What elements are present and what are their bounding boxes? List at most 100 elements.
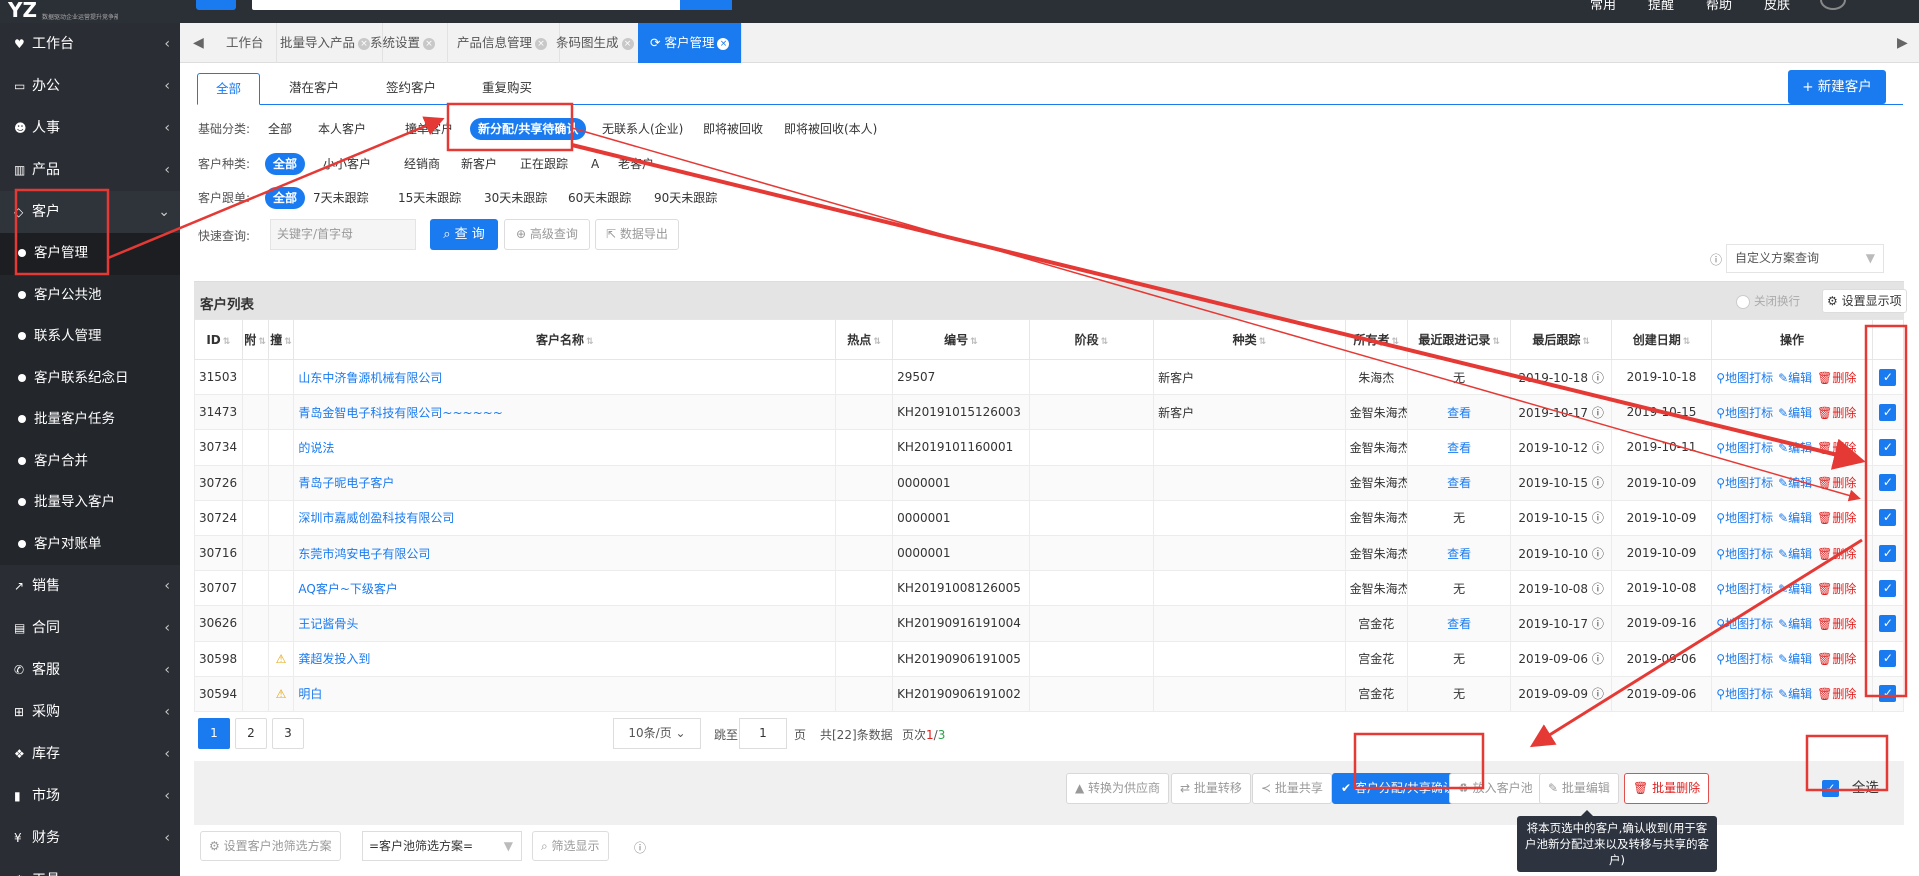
filter-chip-type-6[interactable]: 老客户 — [618, 153, 654, 175]
sidebar-subitem-5[interactable]: 客户合并 — [0, 440, 180, 482]
column-header-9[interactable]: 最近跟进记录 ⇅ — [1406, 319, 1512, 360]
sidebar-item-bottom-7[interactable]: ⚙工具 ‹ — [0, 859, 180, 876]
filter-chip-base-3[interactable]: 新分配/共享待确认 — [470, 118, 587, 140]
delete-button[interactable]: 🗑删除 — [1817, 582, 1856, 596]
page-button-1[interactable]: 2 — [235, 718, 267, 749]
filter-chip-base-2[interactable]: 撞单客户 — [405, 118, 453, 140]
filter-show-button[interactable]: ⌕ 筛选显示 — [532, 831, 609, 861]
map-mark-button[interactable]: ⚲地图打标 — [1716, 406, 1773, 420]
sidebar-item-bottom-0[interactable]: ↗ 销售 ‹ — [0, 565, 180, 607]
row-checkbox[interactable]: ✓ — [1879, 438, 1897, 456]
jump-input[interactable]: 1 — [739, 718, 787, 749]
filter-chip-type-3[interactable]: 新客户 — [461, 153, 497, 175]
top-link-help[interactable]: 帮助 — [1706, 0, 1732, 12]
sidebar-item-4[interactable]: ◇ 客户 ⌄ — [0, 191, 180, 233]
delete-button[interactable]: 🗑删除 — [1817, 687, 1856, 701]
sidebar-item-bottom-4[interactable]: ❖ 库存 ‹ — [0, 733, 180, 775]
row-checkbox[interactable]: ✓ — [1879, 403, 1897, 421]
column-header-6[interactable]: 阶段 ⇅ — [1028, 319, 1155, 360]
customer-name-link[interactable]: 深圳市嘉威创盈科技有限公司 — [298, 511, 454, 525]
subtab-all[interactable]: 全部 — [197, 73, 261, 105]
bulk-transfer-button[interactable]: ⇄ 批量转移 — [1171, 773, 1251, 804]
sidebar-item-bottom-5[interactable]: ▮ 市场 ‹ — [0, 775, 180, 817]
export-button[interactable]: ⇱ 数据导出 — [595, 219, 679, 250]
map-mark-button[interactable]: ⚲地图打标 — [1716, 511, 1773, 525]
tab-scroll-left-icon[interactable]: ◀ — [193, 35, 204, 51]
top-link-common[interactable]: 常用 — [1590, 0, 1616, 12]
column-header-2[interactable]: 撞 ⇅ — [267, 319, 295, 360]
page-button-0[interactable]: 1 — [198, 718, 230, 749]
record-link[interactable]: 查看 — [1447, 476, 1471, 490]
row-checkbox[interactable]: ✓ — [1879, 509, 1897, 527]
sidebar-item-bottom-2[interactable]: ✆ 客服 ‹ — [0, 649, 180, 691]
pool-scheme-select[interactable]: =客户池筛选方案= ▼ — [362, 831, 522, 861]
filter-chip-follow-4[interactable]: 60天未跟踪 — [568, 187, 631, 209]
subtab-potential[interactable]: 潜在客户 — [289, 73, 339, 105]
close-icon[interactable]: × — [621, 37, 634, 50]
pool-filter-settings-button[interactable]: ⚙ 设置客户池筛选方案 — [200, 831, 341, 861]
row-checkbox[interactable]: ✓ — [1879, 579, 1897, 597]
filter-chip-type-0[interactable]: 全部 — [265, 153, 306, 175]
sidebar-item-0[interactable]: ♥ 工作台 ‹ — [0, 23, 180, 65]
delete-button[interactable]: 🗑删除 — [1817, 511, 1856, 525]
customer-name-link[interactable]: 青岛金智电子科技有限公司~~~~~~ — [298, 406, 502, 420]
map-mark-button[interactable]: ⚲地图打标 — [1716, 687, 1773, 701]
record-link[interactable]: 查看 — [1447, 406, 1471, 420]
column-header-4[interactable]: 热点 ⇅ — [835, 319, 894, 360]
customer-name-link[interactable]: 明白 — [298, 687, 322, 701]
sidebar-item-2[interactable]: ☻ 人事 ‹ — [0, 107, 180, 149]
sidebar-item-bottom-3[interactable]: ⊞ 采购 ‹ — [0, 691, 180, 733]
tab-2[interactable]: 系统设置 × — [358, 23, 449, 63]
customer-name-link[interactable]: 山东中济鲁源机械有限公司 — [298, 371, 442, 385]
quick-search-input[interactable]: 关键字/首字母 — [270, 219, 416, 250]
edit-button[interactable]: ✎编辑 — [1778, 547, 1812, 561]
record-link[interactable]: 查看 — [1447, 547, 1471, 561]
row-checkbox[interactable]: ✓ — [1879, 474, 1897, 492]
filter-chip-follow-2[interactable]: 15天未跟踪 — [398, 187, 461, 209]
close-icon[interactable]: × — [423, 37, 436, 50]
filter-chip-base-5[interactable]: 即将被回收 — [703, 118, 763, 140]
edit-button[interactable]: ✎编辑 — [1778, 652, 1812, 666]
customer-name-link[interactable]: 王记酱骨头 — [298, 617, 358, 631]
column-header-5[interactable]: 编号 ⇅ — [892, 319, 1030, 360]
column-header-12[interactable]: 操作 — [1711, 319, 1873, 360]
convert-supplier-button[interactable]: ▲ 转换为供应商 — [1066, 773, 1170, 804]
filter-chip-follow-1[interactable]: 7天未跟踪 — [313, 187, 369, 209]
edit-button[interactable]: ✎编辑 — [1778, 511, 1812, 525]
edit-button[interactable]: ✎编辑 — [1778, 476, 1812, 490]
delete-button[interactable]: 🗑删除 — [1817, 476, 1856, 490]
sidebar-subitem-1[interactable]: 客户公共池 — [0, 274, 180, 316]
search-button[interactable]: ⌕ 查 询 — [430, 219, 498, 250]
page-button-2[interactable]: 3 — [272, 718, 304, 749]
confirm-allocation-button[interactable]: ✔ 客户分配/共享确认 — [1332, 773, 1464, 804]
filter-chip-type-1[interactable]: 小小客户 — [323, 153, 371, 175]
close-icon[interactable]: × — [717, 37, 730, 50]
move-to-pool-button[interactable]: ♻ 放入客户池 — [1449, 773, 1542, 804]
sidebar-item-bottom-1[interactable]: ▤ 合同 ‹ — [0, 607, 180, 649]
row-checkbox[interactable]: ✓ — [1879, 544, 1897, 562]
customer-name-link[interactable]: AQ客户~下级客户 — [298, 582, 398, 596]
filter-chip-base-4[interactable]: 无联系人(企业) — [602, 118, 683, 140]
subtab-repeat[interactable]: 重复购买 — [482, 73, 532, 105]
customer-name-link[interactable]: 的说法 — [298, 441, 334, 455]
bulk-edit-button[interactable]: ✎ 批量编辑 — [1539, 773, 1619, 804]
select-all-checkbox[interactable]: ✓ 全选 — [1822, 773, 1879, 804]
bulk-share-button[interactable]: ≺ 批量共享 — [1252, 773, 1332, 804]
row-checkbox[interactable]: ✓ — [1879, 368, 1897, 386]
sidebar-item-bottom-6[interactable]: ¥ 财务 ‹ — [0, 817, 180, 859]
filter-chip-type-2[interactable]: 经销商 — [404, 153, 440, 175]
delete-button[interactable]: 🗑删除 — [1817, 652, 1856, 666]
sidebar-subitem-4[interactable]: 批量客户任务 — [0, 399, 180, 441]
filter-chip-follow-3[interactable]: 30天未跟踪 — [484, 187, 547, 209]
column-header-0[interactable]: ID ⇅ — [194, 319, 243, 360]
filter-chip-base-0[interactable]: 全部 — [268, 118, 292, 140]
edit-button[interactable]: ✎编辑 — [1778, 371, 1812, 385]
delete-button[interactable]: 🗑删除 — [1817, 547, 1856, 561]
row-checkbox[interactable]: ✓ — [1879, 650, 1897, 668]
filter-chip-follow-0[interactable]: 全部 — [265, 187, 306, 209]
filter-chip-follow-5[interactable]: 90天未跟踪 — [654, 187, 717, 209]
sidebar-subitem-6[interactable]: 批量导入客户 — [0, 482, 180, 524]
edit-button[interactable]: ✎编辑 — [1778, 441, 1812, 455]
tab-4[interactable]: 条码图生成 × — [544, 23, 647, 63]
tab-scroll-right-icon[interactable]: ▶ — [1897, 35, 1908, 51]
